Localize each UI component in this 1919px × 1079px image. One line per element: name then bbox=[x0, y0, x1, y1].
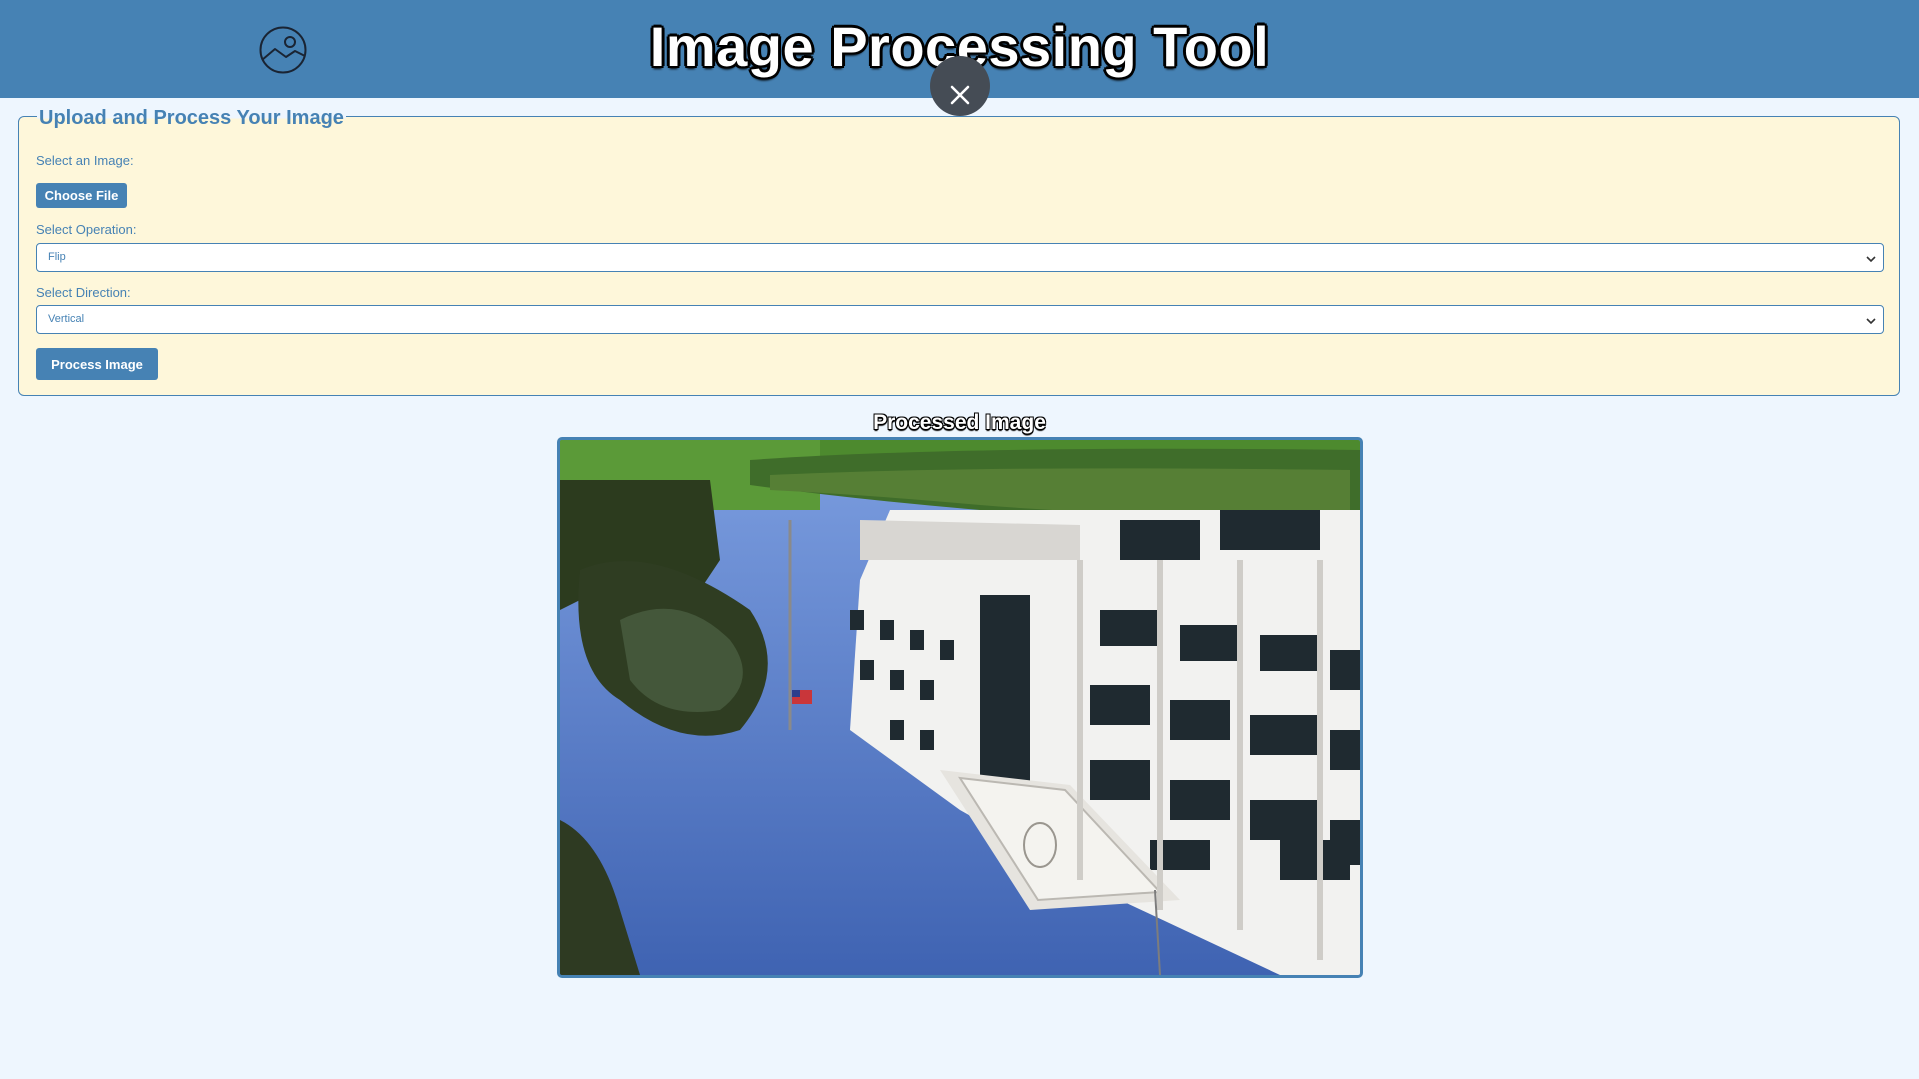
image-label: Select an Image: bbox=[36, 153, 134, 168]
upload-form: Upload and Process Your Image Select an … bbox=[18, 107, 1900, 396]
operation-label: Select Operation: bbox=[36, 222, 137, 237]
operation-select[interactable]: Flip bbox=[36, 243, 1884, 272]
operation-select-value: Flip bbox=[48, 251, 66, 263]
process-image-button[interactable]: Process Image bbox=[36, 348, 158, 380]
chevron-down-icon bbox=[1865, 314, 1877, 332]
chevron-down-icon bbox=[1865, 252, 1877, 270]
direction-label: Select Direction: bbox=[36, 285, 131, 300]
processed-image-title: Processed Image bbox=[873, 411, 1046, 434]
choose-file-button[interactable]: Choose File bbox=[36, 183, 127, 208]
close-icon bbox=[950, 85, 970, 105]
close-button[interactable] bbox=[930, 56, 990, 116]
processed-image bbox=[557, 437, 1363, 978]
direction-select[interactable]: Vertical bbox=[36, 305, 1884, 334]
direction-select-value: Vertical bbox=[48, 313, 85, 325]
form-legend: Upload and Process Your Image bbox=[37, 107, 346, 130]
